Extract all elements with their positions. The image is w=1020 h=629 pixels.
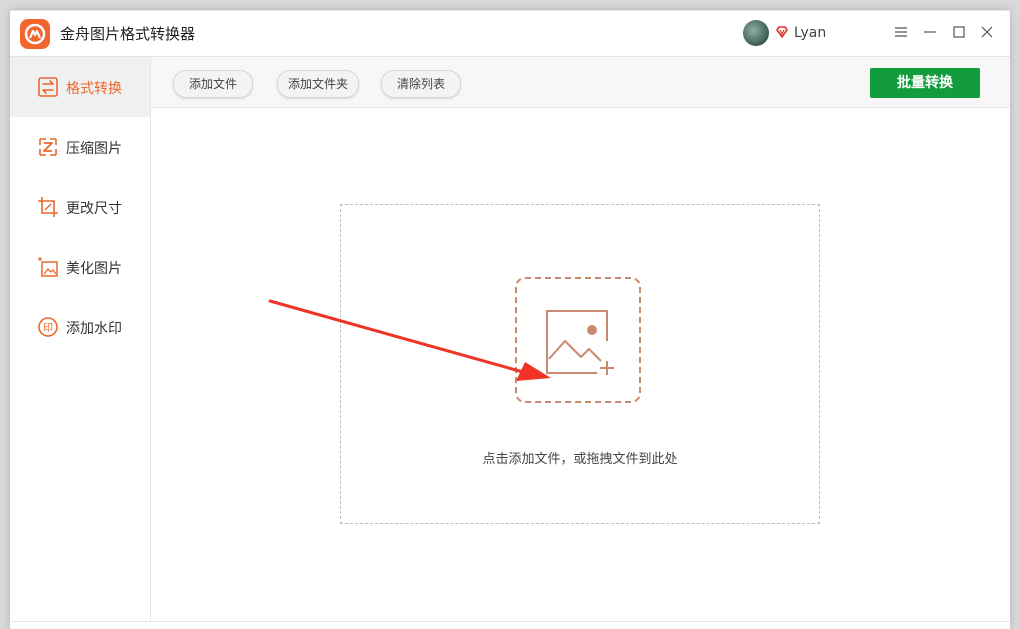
add-image-button[interactable] <box>515 277 641 403</box>
sidebar-item-label: 格式转换 <box>66 81 122 97</box>
title-bar: 金舟图片格式转换器 Lyan <box>10 11 1010 57</box>
vip-gem-icon <box>776 26 788 38</box>
sidebar-item-label: 美化图片 <box>66 261 122 277</box>
watermark-icon: 印 <box>38 317 58 337</box>
svg-text:印: 印 <box>43 322 53 334</box>
sidebar-item-format-convert[interactable]: 格式转换 <box>10 57 150 117</box>
beautify-icon <box>38 257 58 277</box>
username[interactable]: Lyan <box>794 25 826 41</box>
add-folder-button[interactable]: 添加文件夹 <box>277 70 359 98</box>
sidebar-item-watermark[interactable]: 印 添加水印 <box>10 297 150 357</box>
menu-icon[interactable] <box>892 23 910 41</box>
close-icon[interactable] <box>978 23 996 41</box>
sidebar-item-beautify[interactable]: 美化图片 <box>10 237 150 297</box>
app-title: 金舟图片格式转换器 <box>60 25 196 43</box>
user-avatar[interactable] <box>743 20 769 46</box>
app-logo-icon <box>20 19 50 49</box>
minimize-icon[interactable] <box>921 23 939 41</box>
maximize-icon[interactable] <box>950 23 968 41</box>
add-image-icon <box>546 310 614 375</box>
sidebar-item-label: 压缩图片 <box>66 141 122 157</box>
add-file-button[interactable]: 添加文件 <box>173 70 253 98</box>
dropzone-hint: 点击添加文件，或拖拽文件到此处 <box>482 452 678 467</box>
sidebar: 格式转换 压缩图片 更改尺寸 美化图片 印 添加水印 <box>10 57 151 628</box>
clear-list-button[interactable]: 清除列表 <box>381 70 461 98</box>
compress-icon <box>39 138 57 156</box>
sidebar-item-label: 更改尺寸 <box>66 201 122 217</box>
sidebar-item-resize[interactable]: 更改尺寸 <box>10 177 150 237</box>
main-area: 点击添加文件，或拖拽文件到此处 <box>151 108 1010 628</box>
status-bar <box>10 621 1010 629</box>
convert-icon <box>38 77 58 97</box>
resize-icon <box>38 197 58 217</box>
sidebar-item-compress[interactable]: 压缩图片 <box>10 117 150 177</box>
app-window: 金舟图片格式转换器 Lyan 格式转换 压缩图片 更改尺寸 美化图片 印 添加水… <box>10 10 1010 629</box>
sidebar-item-label: 添加水印 <box>66 321 122 337</box>
batch-convert-button[interactable]: 批量转换 <box>870 68 980 98</box>
toolbar: 添加文件 添加文件夹 清除列表 批量转换 <box>151 57 1010 108</box>
